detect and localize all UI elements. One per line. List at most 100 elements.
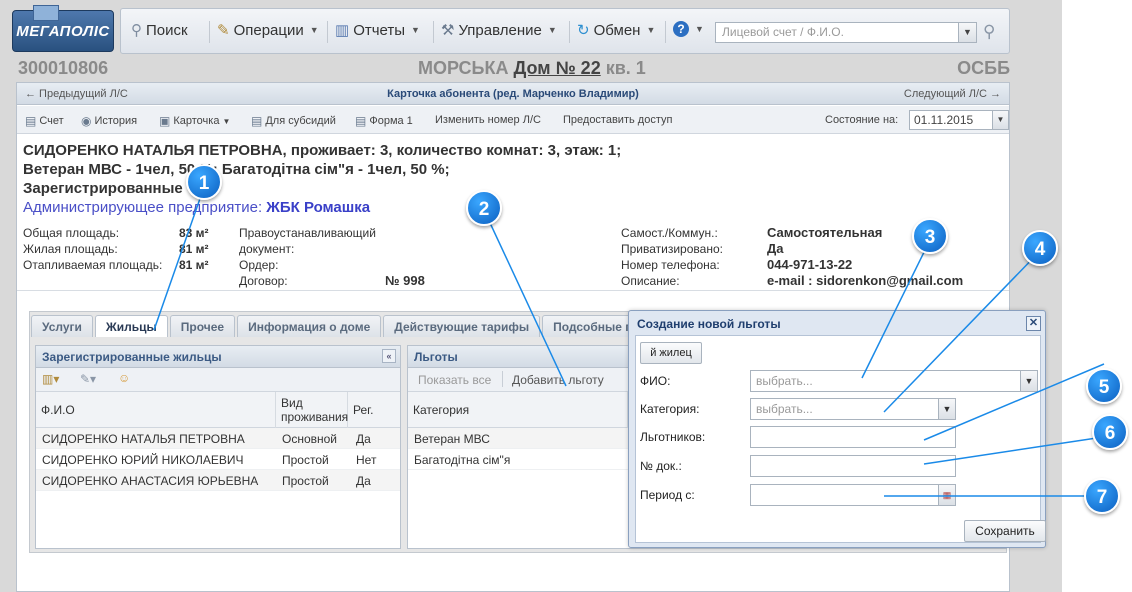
collapse-left-icon[interactable]: « [382,349,396,363]
subsidy-button[interactable]: ▤ Для субсидий [251,114,336,128]
state-date-input[interactable]: 01.11.2015 ▼ [909,110,1009,130]
resident-name: СИДОРЕНКО НАТАЛЬЯ ПЕТРОВНА [42,432,245,446]
dialog-title: Создание новой льготы [637,317,781,331]
chevron-down-icon[interactable]: ▼ [938,399,955,419]
edit-icon[interactable]: ✎▾ [80,372,96,386]
megapolis-logo[interactable]: МЕГАПОЛІС [12,5,114,52]
residents-grid-header: Ф.И.О Вид проживания Рег. [36,392,400,428]
tools-icon: ⚒ [441,22,455,39]
help-menu[interactable]: ? ▼ [673,21,704,37]
save-button[interactable]: Сохранить [964,520,1046,542]
table-row[interactable]: СИДОРЕНКО НАТАЛЬЯ ПЕТРОВНА Основной Да [36,428,400,449]
admin-value-link[interactable]: ЖБК Ромашка [266,199,370,216]
house-link[interactable]: Дом № 22 [514,58,601,78]
summary-line-1: СИДОРЕНКО НАТАЛЬЯ ПЕТРОВНА, проживает: 3… [23,142,622,159]
tab-residents[interactable]: Жильцы [94,315,168,337]
user-icon[interactable]: ☺ [118,371,130,385]
next-account-link[interactable]: Следующий Л/С → [904,88,1001,100]
description-label: Описание: [621,274,680,288]
show-all-button[interactable]: Показать все [418,373,491,387]
documents-block: Правоустанавливающий документ: Ордер: До… [239,225,499,289]
type-value: Самостоятельная [767,225,883,240]
reports-label: Отчеты [353,21,406,39]
order-label: Ордер: [239,258,279,272]
beneficiaries-label: Льготников: [640,430,706,444]
chevron-down-icon: ▼ [309,25,319,35]
fio-combobox[interactable]: выбрать... ▼ [750,370,1038,392]
state-date-value: 01.11.2015 [914,113,974,127]
card-title: Карточка абонента (ред. Марченко Владими… [387,88,639,100]
search-placeholder: Лицевой счет / Ф.И.О. [722,25,844,39]
phone-value: 044-971-13-22 [767,257,853,272]
history-button[interactable]: ◉ История [81,114,137,128]
contract-label: Договор: [239,274,288,288]
calendar-icon[interactable]: ▦ [938,485,955,505]
help-icon: ? [673,21,689,37]
col-category[interactable]: Категория [408,392,628,428]
logo-text: МЕГАПОЛІС [16,23,110,40]
table-icon[interactable]: ▥▾ [42,372,59,386]
reports-menu[interactable]: ▥ Отчеты ▼ [335,21,420,40]
doc-number-input[interactable] [750,455,956,477]
search-button[interactable]: ⚲ Поиск [131,21,188,40]
benefit-category: Багатодітна сім"я [414,453,511,467]
tab-tariffs[interactable]: Действующие тарифы [383,315,541,337]
search-label: Поиск [146,21,188,39]
form1-button[interactable]: ▤ Форма 1 [355,114,413,128]
chevron-down-icon[interactable]: ▼ [992,111,1008,129]
col-name[interactable]: Ф.И.О [36,392,276,428]
close-icon[interactable]: ✕ [1026,316,1041,331]
category-placeholder: выбрать... [756,402,813,416]
account-button[interactable]: ▤ Счет [25,114,64,128]
doc-number-label: № док.: [640,459,682,473]
grant-access-button[interactable]: Предоставить доступ [563,114,672,126]
fio-placeholder: выбрать... [756,374,813,388]
table-row[interactable]: СИДОРЕНКО ЮРИЙ НИКОЛАЕВИЧ Простой Нет [36,449,400,470]
tab-other[interactable]: Прочее [169,315,236,337]
table-row[interactable]: СИДОРЕНКО АНАСТАСИЯ ЮРЬЕВНА Простой Да [36,470,400,491]
resident-button[interactable]: й жилец [640,342,702,364]
chevron-down-icon[interactable]: ▼ [1020,371,1037,391]
account-search-input[interactable]: Лицевой счет / Ф.И.О. ▼ [715,22,977,43]
areas-block: Общая площадь: 83 м² Жилая площадь: 81 м² … [23,225,223,273]
callout-7: 7 [1084,478,1120,514]
add-benefit-button[interactable]: Добавить льготу [512,373,604,387]
chevron-down-icon: ▼ [547,25,557,35]
tab-bar: Услуги Жильцы Прочее Информация о доме Д… [31,315,644,337]
contract-value: № 998 [385,273,425,288]
callout-6: 6 [1092,414,1128,450]
tab-house-info[interactable]: Информация о доме [237,315,382,337]
management-menu[interactable]: ⚒ Управление ▼ [441,21,557,40]
search-icon[interactable]: ⚲ [983,22,995,42]
exchange-menu[interactable]: ↻ Обмен ▼ [577,21,655,40]
residents-panel-header: Зарегистрированные жильцы « [36,346,400,368]
resident-reg: Да [356,432,371,446]
category-combobox[interactable]: выбрать... ▼ [750,398,956,420]
resident-type: Простой [282,474,329,488]
refresh-icon: ↻ [577,22,590,39]
beneficiaries-input[interactable] [750,426,956,448]
main-toolbar: ⚲ Поиск ✎ Операции ▼ ▥ Отчеты ▼ ⚒ Управл… [120,8,1010,54]
document-icon: ▤ [355,114,367,128]
street-name: МОРСЬКА [418,58,509,78]
card-menu[interactable]: ▣ Карточка ▼ [159,114,230,128]
dialog-body: й жилец ФИО: выбрать... ▼ Категория: выб… [635,335,1046,543]
tab-services[interactable]: Услуги [31,315,93,337]
privatized-label: Приватизировано: [621,242,723,256]
search-icon: ⚲ [131,22,142,39]
operations-menu[interactable]: ✎ Операции ▼ [217,21,319,40]
col-residence-type[interactable]: Вид проживания [276,392,348,428]
document-icon: ▤ [25,114,37,128]
chevron-down-icon[interactable]: ▼ [958,23,976,42]
state-label: Состояние на: [825,114,899,126]
col-reg[interactable]: Рег. [348,392,400,428]
living-area-value: 81 м² [179,242,209,256]
change-account-button[interactable]: Изменить номер Л/С [435,114,541,126]
card-toolbar: ▤ Счет ◉ История ▣ Карточка ▼ ▤ Для субс… [17,106,1009,134]
period-date-input[interactable]: ▦ [750,484,956,506]
admin-company: Администрирующее предприятие: ЖБК Ромашк… [23,199,370,216]
grant-access-label: Предоставить доступ [563,114,673,126]
resident-summary: СИДОРЕНКО НАТАЛЬЯ ПЕТРОВНА, проживает: 3… [23,141,621,198]
operations-label: Операции [233,21,304,39]
resident-type: Простой [282,453,329,467]
